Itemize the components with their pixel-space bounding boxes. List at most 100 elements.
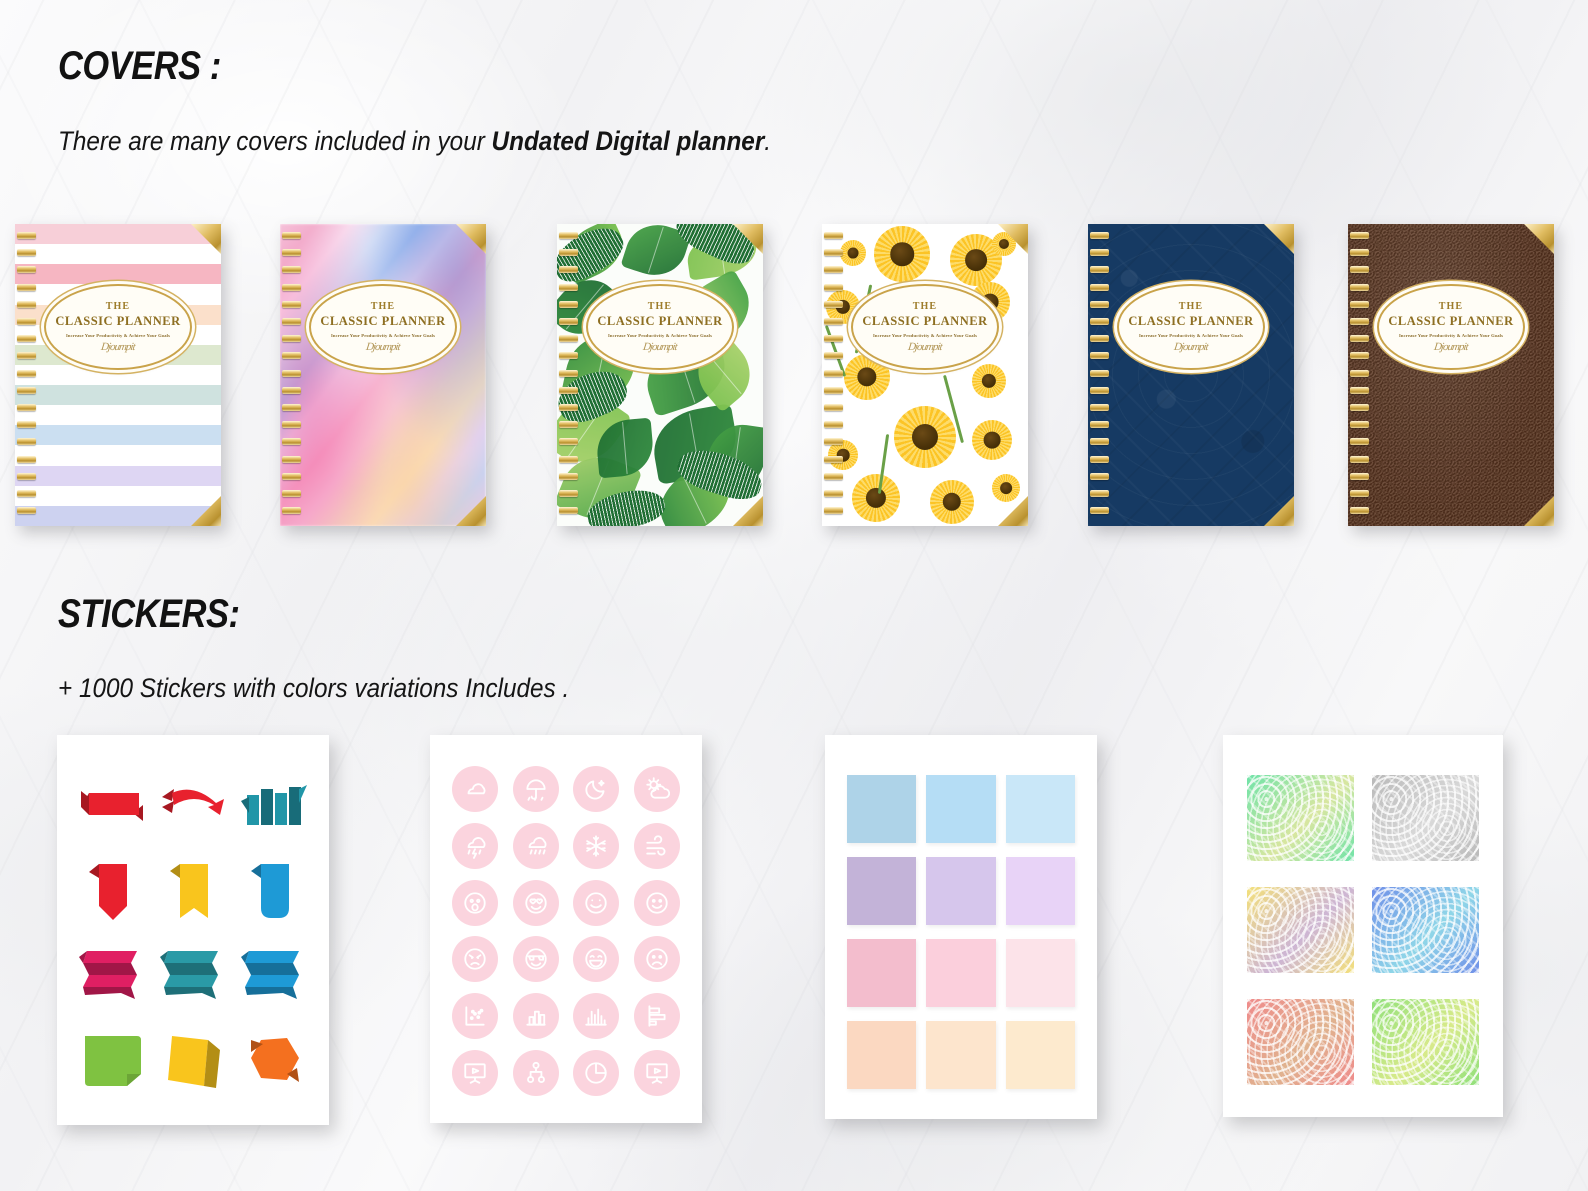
cover-navy-damask[interactable]: THE CLASSIC PLANNER Increase Your Produc… (1088, 224, 1294, 526)
banner-sticker[interactable] (239, 942, 309, 1008)
cover-label: THE CLASSIC PLANNER Increase Your Produc… (44, 283, 192, 370)
spiral-ring (824, 283, 843, 291)
heart-eyes-face-icon[interactable] (512, 879, 559, 926)
presentation-play-icon[interactable] (452, 1049, 499, 1096)
spiral-ring (824, 472, 843, 480)
sticker-sheet-watercolor-textures[interactable] (1223, 735, 1503, 1117)
moon-stars-icon[interactable] (573, 766, 620, 813)
surprised-face-icon[interactable] (452, 879, 499, 926)
cover-stripe (15, 264, 221, 285)
presentation-play-icon[interactable] (633, 1049, 680, 1096)
pastel-swatch-sticker[interactable] (1005, 1021, 1075, 1089)
banner-sticker[interactable] (239, 1027, 309, 1093)
cover-brown-leather[interactable]: THE CLASSIC PLANNER Increase Your Produc… (1348, 224, 1554, 526)
banner-sticker[interactable] (77, 858, 147, 924)
laughing-face-icon[interactable] (573, 936, 620, 983)
banner-sticker[interactable] (239, 858, 309, 924)
cover-stripe (15, 405, 221, 426)
covers-subtitle-prefix: There are many covers included in your (58, 126, 492, 156)
pastel-swatch-sticker[interactable] (847, 1021, 917, 1089)
spiral-ring (17, 232, 36, 239)
watercolor-texture-sticker[interactable] (1247, 775, 1354, 861)
bar-chart-icon[interactable] (512, 992, 559, 1039)
pastel-swatch-sticker[interactable] (1005, 775, 1075, 843)
watercolor-texture-sticker[interactable] (1372, 775, 1479, 861)
spiral-ring (1090, 266, 1109, 274)
spiral-ring (282, 335, 301, 343)
watercolor-texture-sticker[interactable] (1372, 887, 1479, 973)
banner-sticker[interactable] (158, 858, 228, 924)
spiral-ring (17, 266, 36, 274)
pie-chart-icon[interactable] (573, 1049, 620, 1096)
spiral-ring (1350, 404, 1369, 411)
label-signature: Djoumpit (1173, 340, 1209, 353)
thunderstorm-icon[interactable] (452, 822, 499, 869)
scatter-chart-icon[interactable] (452, 992, 499, 1039)
label-title: CLASSIC PLANNER (862, 313, 988, 328)
stickers-heading: STICKERS: (58, 592, 240, 636)
cover-sunflowers[interactable]: THE CLASSIC PLANNER Increase Your Produc… (822, 224, 1028, 526)
sticker-sheet-pastel-swatches[interactable] (825, 735, 1097, 1119)
pastel-swatch-sticker[interactable] (847, 775, 917, 843)
spiral-ring (1090, 404, 1109, 411)
cover-watercolor-pastel[interactable]: THE CLASSIC PLANNER Increase Your Produc… (280, 224, 486, 526)
cover-art-sunflower (822, 224, 1028, 526)
label-title: CLASSIC PLANNER (597, 313, 723, 328)
banner-sticker[interactable] (158, 942, 228, 1008)
watercolor-texture-sticker[interactable] (1247, 999, 1354, 1085)
spiral-ring (824, 438, 843, 446)
pastel-swatch-sticker[interactable] (847, 857, 917, 925)
umbrella-rain-icon[interactable] (512, 766, 559, 813)
spiral-ring (282, 472, 301, 480)
spiral-ring (824, 266, 843, 274)
pastel-swatch-sticker[interactable] (926, 857, 996, 925)
banner-sticker[interactable] (158, 1027, 228, 1093)
spiral-ring (282, 386, 301, 394)
spiral-ring (1350, 352, 1369, 360)
banner-sticker[interactable] (77, 1027, 147, 1093)
banner-sticker[interactable] (239, 773, 309, 839)
org-chart-icon[interactable] (512, 1049, 559, 1096)
banner-sticker[interactable] (77, 942, 147, 1008)
spiral-ring (17, 507, 36, 515)
sticker-sheet-pink-circle-icons[interactable] (430, 735, 702, 1123)
sad-face-icon[interactable] (633, 936, 680, 983)
snowflake-icon[interactable] (573, 822, 620, 869)
spiral-ring (824, 249, 843, 257)
cover-pastel-stripes[interactable]: THE CLASSIC PLANNER Increase Your Produc… (15, 224, 221, 526)
sticker-sheet-ribbon-banners[interactable] (57, 735, 329, 1125)
spiral-ring (1350, 335, 1369, 343)
pastel-swatch-sticker[interactable] (926, 939, 996, 1007)
wind-icon[interactable] (633, 822, 680, 869)
watercolor-texture-sticker[interactable] (1247, 887, 1354, 973)
pastel-swatch-sticker[interactable] (847, 939, 917, 1007)
watercolor-texture-sticker[interactable] (1372, 999, 1479, 1085)
smiling-face-icon[interactable] (573, 879, 620, 926)
rain-cloud-icon[interactable] (512, 822, 559, 869)
sunglasses-face-icon[interactable] (512, 936, 559, 983)
horizontal-bar-chart-icon[interactable] (633, 992, 680, 1039)
banner-sticker[interactable] (77, 773, 147, 839)
pastel-swatch-sticker[interactable] (1005, 939, 1075, 1007)
spiral-ring (1350, 507, 1369, 515)
spiral-ring (1090, 438, 1109, 446)
angry-face-icon[interactable] (452, 936, 499, 983)
label-tagline: Increase Your Productivity & Achieve You… (330, 332, 436, 338)
spiral-ring (1350, 232, 1369, 239)
spiral-ring (282, 369, 301, 377)
cover-tropical-leaves[interactable]: THE CLASSIC PLANNER Increase Your Produc… (557, 224, 763, 526)
cover-stripe (15, 485, 221, 506)
pastel-swatch-sticker[interactable] (926, 1021, 996, 1089)
spiral-ring (17, 472, 36, 480)
label-title: CLASSIC PLANNER (1128, 313, 1254, 328)
spiral-ring (282, 352, 301, 360)
happy-face-icon[interactable] (633, 879, 680, 926)
pastel-swatch-sticker[interactable] (926, 775, 996, 843)
banner-sticker[interactable] (158, 773, 228, 839)
pastel-swatch-sticker[interactable] (1005, 857, 1075, 925)
column-chart-icon[interactable] (573, 992, 620, 1039)
label-the: THE (912, 300, 938, 312)
cloud-icon[interactable] (452, 766, 499, 813)
spiral-ring (282, 421, 301, 429)
sun-cloud-icon[interactable] (633, 766, 680, 813)
